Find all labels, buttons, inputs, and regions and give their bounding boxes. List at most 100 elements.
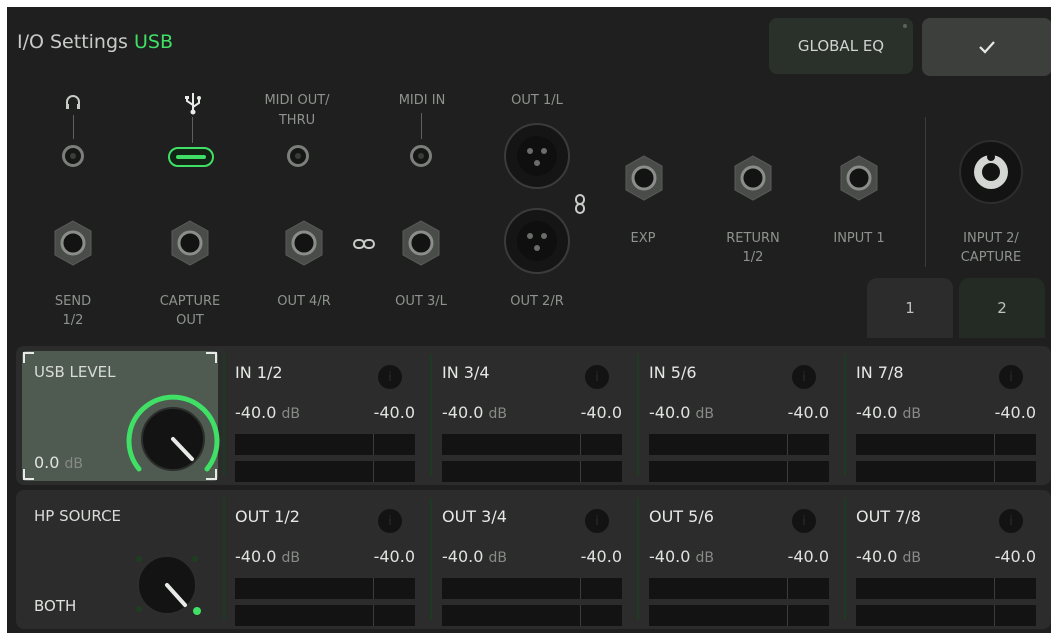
info-icon[interactable]: i — [792, 365, 816, 389]
level-meter-left — [649, 434, 829, 455]
tab-1[interactable]: 1 — [867, 278, 953, 338]
input-channel-cell[interactable]: IN 3/4 i -40.0 dB -40.0 — [434, 346, 634, 485]
midi-out-jack[interactable] — [287, 145, 309, 167]
send-jack[interactable] — [53, 220, 93, 266]
right-level: -40.0 — [373, 547, 415, 566]
exp-label: EXP — [630, 231, 656, 246]
input2-label-2: CAPTURE — [960, 250, 1022, 265]
input1-jack[interactable] — [839, 155, 879, 201]
connector-line — [73, 115, 74, 139]
channel-name: IN 7/8 — [856, 363, 904, 382]
level-meter-left — [856, 434, 1036, 455]
level-meter-right — [649, 605, 829, 626]
right-level: -40.0 — [994, 403, 1036, 422]
usb-level-value: 0.0 — [34, 453, 60, 472]
return-label: RETURN — [726, 231, 780, 246]
channel-separator — [223, 354, 225, 476]
input2-combo-jack[interactable] — [958, 139, 1024, 205]
left-level-unit: dB — [695, 550, 715, 566]
global-eq-button[interactable]: GLOBAL EQ — [769, 18, 913, 74]
input-channel-cell[interactable]: IN 1/2 i -40.0 dB -40.0 — [227, 346, 427, 485]
input-channel-cell[interactable]: IN 7/8 i -40.0 dB -40.0 — [848, 346, 1048, 485]
exp-jack[interactable] — [624, 155, 664, 201]
hp-source-knob[interactable] — [127, 543, 207, 623]
left-level: -40.0 — [856, 403, 898, 422]
output-channel-cell[interactable]: OUT 7/8 i -40.0 dB -40.0 — [848, 490, 1048, 629]
channel-name: IN 5/6 — [649, 363, 697, 382]
global-eq-label: GLOBAL EQ — [797, 37, 885, 55]
info-icon[interactable]: i — [999, 365, 1023, 389]
hp-source-label: HP SOURCE — [34, 507, 122, 525]
output-channel-cell[interactable]: OUT 5/6 i -40.0 dB -40.0 — [641, 490, 841, 629]
level-meter-right — [442, 461, 622, 482]
usb-level-unit: dB — [64, 456, 84, 472]
left-level: -40.0 — [649, 547, 691, 566]
left-level: -40.0 — [442, 547, 484, 566]
usb-c-port[interactable] — [168, 147, 214, 167]
left-level: -40.0 — [649, 403, 691, 422]
output-channel-cell[interactable]: OUT 1/2 i -40.0 dB -40.0 — [227, 490, 427, 629]
right-level: -40.0 — [787, 403, 829, 422]
right-level: -40.0 — [580, 547, 622, 566]
channel-name: OUT 7/8 — [856, 507, 921, 526]
headphone-jack[interactable] — [62, 145, 84, 167]
channel-name: OUT 3/4 — [442, 507, 507, 526]
input1-label: INPUT 1 — [833, 231, 885, 246]
out2-xlr-jack[interactable] — [504, 208, 570, 274]
channel-separator — [430, 498, 432, 620]
tab-2-label: 2 — [997, 299, 1007, 317]
info-icon[interactable]: i — [378, 509, 402, 533]
out3-jack[interactable] — [401, 220, 441, 266]
right-level: -40.0 — [580, 403, 622, 422]
left-level-unit: dB — [902, 406, 922, 422]
output-channel-cell[interactable]: OUT 3/4 i -40.0 dB -40.0 — [434, 490, 634, 629]
connector-line — [421, 113, 422, 139]
right-level: -40.0 — [787, 547, 829, 566]
left-level-unit: dB — [281, 406, 301, 422]
capture-out-jack[interactable] — [170, 220, 210, 266]
return-label-2: 1/2 — [742, 250, 764, 265]
midi-in-jack[interactable] — [410, 145, 432, 167]
left-level: -40.0 — [856, 547, 898, 566]
left-level-unit: dB — [488, 406, 508, 422]
channel-separator — [844, 498, 846, 620]
usb-level-knob[interactable] — [125, 391, 221, 481]
capture-out-label: CAPTURE — [159, 294, 221, 309]
send-label: SEND — [54, 294, 92, 309]
out4-jack[interactable] — [284, 220, 324, 266]
usb-level-label: USB LEVEL — [34, 363, 116, 381]
left-level: -40.0 — [235, 403, 277, 422]
info-icon[interactable]: i — [999, 509, 1023, 533]
info-icon[interactable]: i — [585, 509, 609, 533]
tab-2[interactable]: 2 — [959, 278, 1045, 338]
level-meter-right — [442, 605, 622, 626]
usb-level-cell[interactable]: USB LEVEL 0.0 dB — [22, 351, 221, 481]
out1-label: OUT 1/L — [511, 93, 563, 108]
info-icon[interactable]: i — [792, 509, 816, 533]
midi-thru-label: THRU — [278, 113, 316, 128]
input-channel-cell[interactable]: IN 5/6 i -40.0 dB -40.0 — [641, 346, 841, 485]
info-icon[interactable]: i — [585, 365, 609, 389]
out2-label: OUT 2/R — [510, 294, 564, 309]
channel-name: IN 1/2 — [235, 363, 283, 382]
out1-xlr-jack[interactable] — [504, 123, 570, 189]
title-mode: USB — [133, 31, 173, 53]
return-jack[interactable] — [733, 155, 773, 201]
left-level-unit: dB — [695, 406, 715, 422]
confirm-button[interactable] — [922, 18, 1051, 76]
right-level: -40.0 — [373, 403, 415, 422]
info-icon[interactable]: i — [378, 365, 402, 389]
indicator-dot — [903, 24, 907, 28]
capture-out-label-2: OUT — [176, 313, 204, 328]
out3-label: OUT 3/L — [395, 294, 447, 309]
level-meter-right — [235, 461, 415, 482]
page-title: I/O Settings USB — [17, 31, 173, 53]
midi-out-label: MIDI OUT/ — [264, 93, 330, 108]
title-text: I/O Settings — [17, 31, 128, 53]
tab-1-label: 1 — [905, 299, 915, 317]
channel-separator — [637, 354, 639, 476]
level-meter-left — [442, 578, 622, 599]
channel-separator — [844, 354, 846, 476]
hp-source-cell[interactable]: HP SOURCE BOTH — [22, 495, 218, 625]
level-meter-right — [856, 461, 1036, 482]
